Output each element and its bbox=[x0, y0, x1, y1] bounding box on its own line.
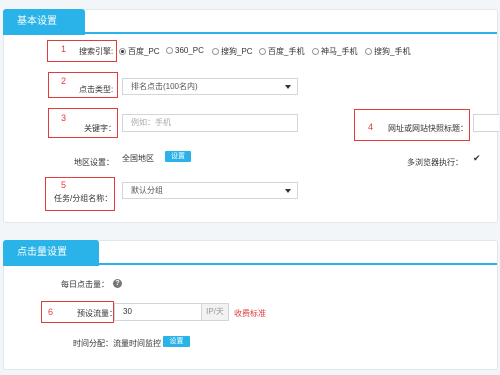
annotation-number-2: 2 bbox=[61, 76, 67, 86]
click-type-select[interactable]: 排名点击(100名内) bbox=[122, 78, 298, 95]
preset-traffic-input[interactable]: 30 bbox=[114, 303, 202, 321]
annotation-number-3: 3 bbox=[61, 113, 67, 123]
radio-icon bbox=[365, 48, 372, 55]
annotation-number-1: 1 bbox=[61, 44, 67, 54]
region-label: 地区设置： bbox=[74, 158, 114, 167]
radio-icon bbox=[212, 48, 219, 55]
click-settings-title: 点击量设置 bbox=[3, 240, 99, 266]
basic-settings-title: 基本设置 bbox=[3, 9, 85, 35]
keyword-label: 关键字： bbox=[84, 124, 116, 133]
site-input[interactable] bbox=[473, 114, 499, 132]
annotation-number-6: 6 bbox=[48, 307, 54, 317]
chevron-down-icon bbox=[285, 189, 291, 193]
keyword-input[interactable]: 例如：手机 bbox=[122, 114, 298, 132]
click-type-label: 点击类型: bbox=[79, 85, 114, 94]
daily-clicks-label: 每日点击量： bbox=[61, 280, 109, 289]
time-allocation-label: 时间分配：流量时间监控 bbox=[73, 339, 161, 348]
engine-radio-baidu-pc[interactable]: 百度_PC bbox=[119, 46, 160, 57]
region-value: 全国地区 bbox=[122, 154, 154, 163]
engine-radio-sogou-mobile[interactable]: 搜狗_手机 bbox=[365, 46, 410, 57]
engine-radio-baidu-mobile[interactable]: 百度_手机 bbox=[259, 46, 304, 57]
radio-icon bbox=[166, 47, 173, 54]
fee-standard-link[interactable]: 收费标准 bbox=[234, 308, 266, 319]
engine-radio-360-pc[interactable]: 360_PC bbox=[166, 46, 204, 55]
annotation-number-5: 5 bbox=[61, 180, 67, 190]
help-icon[interactable]: ? bbox=[113, 279, 122, 288]
site-label: 网址或网站快照标题： bbox=[388, 124, 468, 133]
multi-browser-checkbox[interactable]: ✔ bbox=[473, 153, 481, 164]
group-label: 任务/分组名称： bbox=[54, 194, 113, 203]
annotation-number-4: 4 bbox=[368, 122, 374, 132]
basic-settings-panel: 基本设置 1 搜索引擎: 百度_PC 360_PC 搜狗_PC 百度_手机 神马… bbox=[3, 9, 499, 223]
radio-selected-icon bbox=[119, 48, 126, 55]
engine-label: 搜索引擎: bbox=[79, 47, 114, 56]
click-settings-panel: 点击量设置 每日点击量： ? 6 预设流量： 30 IP/天 收费标准 时间分配… bbox=[3, 240, 498, 370]
time-set-button[interactable]: 设置 bbox=[163, 336, 190, 347]
preset-traffic-label: 预设流量： bbox=[77, 309, 117, 318]
preset-traffic-unit: IP/天 bbox=[202, 303, 229, 321]
click-settings-header: 点击量设置 bbox=[3, 240, 497, 266]
region-set-button[interactable]: 设置 bbox=[165, 151, 191, 162]
chevron-down-icon bbox=[285, 85, 291, 89]
engine-radio-shenma-mobile[interactable]: 神马_手机 bbox=[312, 46, 357, 57]
basic-settings-header: 基本设置 bbox=[3, 9, 497, 35]
radio-icon bbox=[312, 48, 319, 55]
group-select[interactable]: 默认分组 bbox=[122, 182, 298, 199]
multi-browser-label: 多浏览器执行： bbox=[407, 158, 463, 167]
engine-radio-sogou-pc[interactable]: 搜狗_PC bbox=[212, 46, 253, 57]
radio-icon bbox=[259, 48, 266, 55]
